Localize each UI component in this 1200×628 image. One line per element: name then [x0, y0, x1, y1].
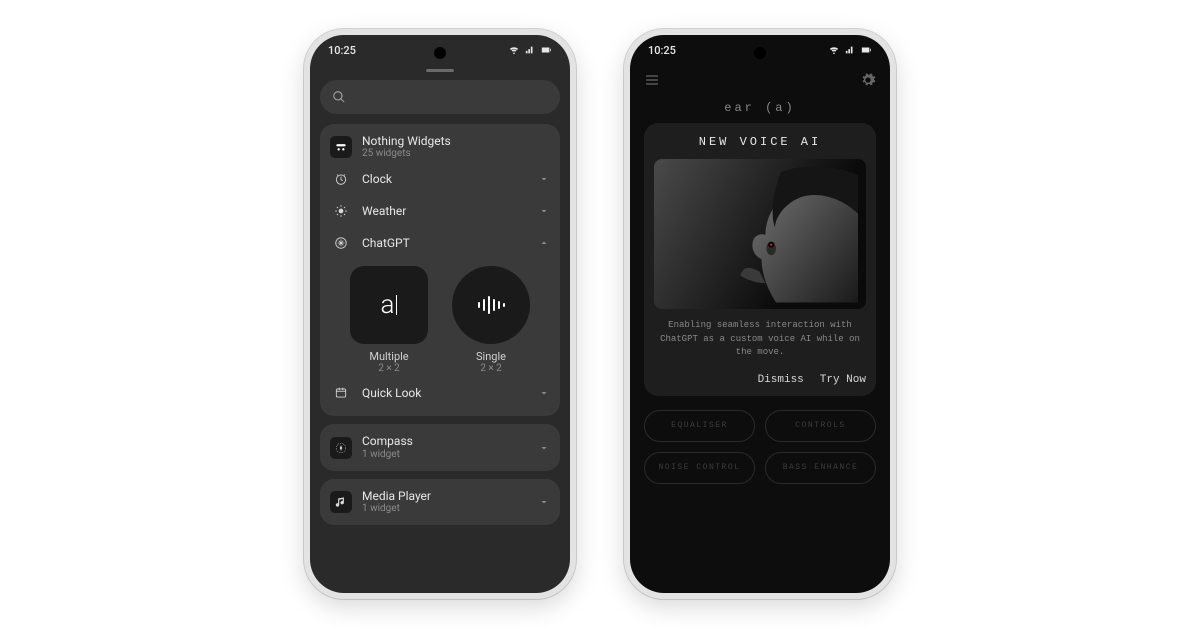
chevron-up-icon	[538, 237, 550, 249]
category-label: Weather	[362, 204, 528, 218]
camera-notch	[754, 47, 766, 59]
search-input[interactable]	[320, 80, 560, 114]
header-subtitle: 25 widgets	[362, 148, 550, 160]
category-chatgpt[interactable]: ChatGPT	[330, 230, 550, 256]
app-subtitle: 1 widget	[362, 449, 528, 461]
section-media-player[interactable]: Media Player 1 widget	[320, 479, 560, 525]
status-time: 10:25	[648, 44, 676, 57]
category-label: Quick Look	[362, 386, 528, 400]
chevron-down-icon	[538, 205, 550, 217]
phone-left: 10:25 Nothing Widgets 25	[304, 29, 576, 599]
category-label: Clock	[362, 172, 528, 186]
chevron-down-icon	[538, 442, 550, 454]
chatgpt-widget-row: a Multiple 2 × 2	[330, 266, 550, 374]
category-clock[interactable]: Clock	[330, 166, 550, 192]
gear-icon[interactable]	[860, 72, 876, 88]
topbar	[630, 65, 890, 95]
quicklook-icon	[330, 382, 352, 404]
modal-description: Enabling seamless interaction with ChatG…	[654, 319, 866, 360]
chatgpt-widget-multiple[interactable]: a	[350, 266, 428, 344]
chevron-down-icon	[538, 387, 550, 399]
camera-notch	[434, 47, 446, 59]
chevron-down-icon	[538, 496, 550, 508]
clock-icon	[330, 168, 352, 190]
pill-noise-control[interactable]: NOISE CONTROL	[644, 452, 755, 484]
menu-icon[interactable]	[644, 72, 660, 88]
pill-controls[interactable]: CONTROLS	[765, 410, 876, 442]
category-weather[interactable]: Weather	[330, 198, 550, 224]
category-quicklook[interactable]: Quick Look	[330, 380, 550, 406]
widget-size: 2 × 2	[350, 363, 428, 374]
signal-icon	[524, 45, 536, 55]
widget-label: Single	[452, 350, 530, 363]
modal-title: NEW VOICE AI	[654, 135, 866, 149]
try-now-button[interactable]: Try Now	[820, 374, 866, 386]
voice-ai-modal: NEW VOICE AI Enabl	[644, 123, 876, 396]
pill-bass-enhance[interactable]: BASS ENHANCE	[765, 452, 876, 484]
nothing-widgets-icon	[330, 136, 352, 158]
person-earbud-illustration	[723, 165, 858, 305]
app-title: Media Player	[362, 489, 528, 503]
product-title: ear (a)	[630, 101, 890, 115]
text-cursor-icon: a	[381, 290, 398, 320]
widget-size: 2 × 2	[452, 363, 530, 374]
music-icon	[330, 491, 352, 513]
search-icon	[332, 90, 346, 104]
wifi-icon	[508, 45, 520, 55]
dismiss-button[interactable]: Dismiss	[758, 374, 804, 386]
widget-label: Multiple	[350, 350, 428, 363]
hero-image	[654, 159, 866, 309]
signal-icon	[844, 45, 856, 55]
pill-equaliser[interactable]: EQUALISER	[644, 410, 755, 442]
chevron-down-icon	[538, 173, 550, 185]
waveform-icon	[476, 295, 506, 315]
battery-icon	[540, 45, 552, 55]
status-time: 10:25	[328, 44, 356, 57]
chatgpt-widget-single[interactable]	[452, 266, 530, 344]
drag-handle[interactable]	[426, 69, 454, 72]
wifi-icon	[828, 45, 840, 55]
app-title: Compass	[362, 434, 528, 448]
weather-icon	[330, 200, 352, 222]
app-subtitle: 1 widget	[362, 503, 528, 515]
category-label: ChatGPT	[362, 236, 528, 250]
compass-icon	[330, 437, 352, 459]
chatgpt-icon	[330, 232, 352, 254]
header-title: Nothing Widgets	[362, 134, 550, 148]
section-nothing-widgets: Nothing Widgets 25 widgets Clock	[320, 124, 560, 416]
header-row: Nothing Widgets 25 widgets	[330, 134, 550, 160]
section-compass[interactable]: Compass 1 widget	[320, 424, 560, 470]
battery-icon	[860, 45, 872, 55]
phone-right: 10:25 ear (a) NEW VOICE AI	[624, 29, 896, 599]
